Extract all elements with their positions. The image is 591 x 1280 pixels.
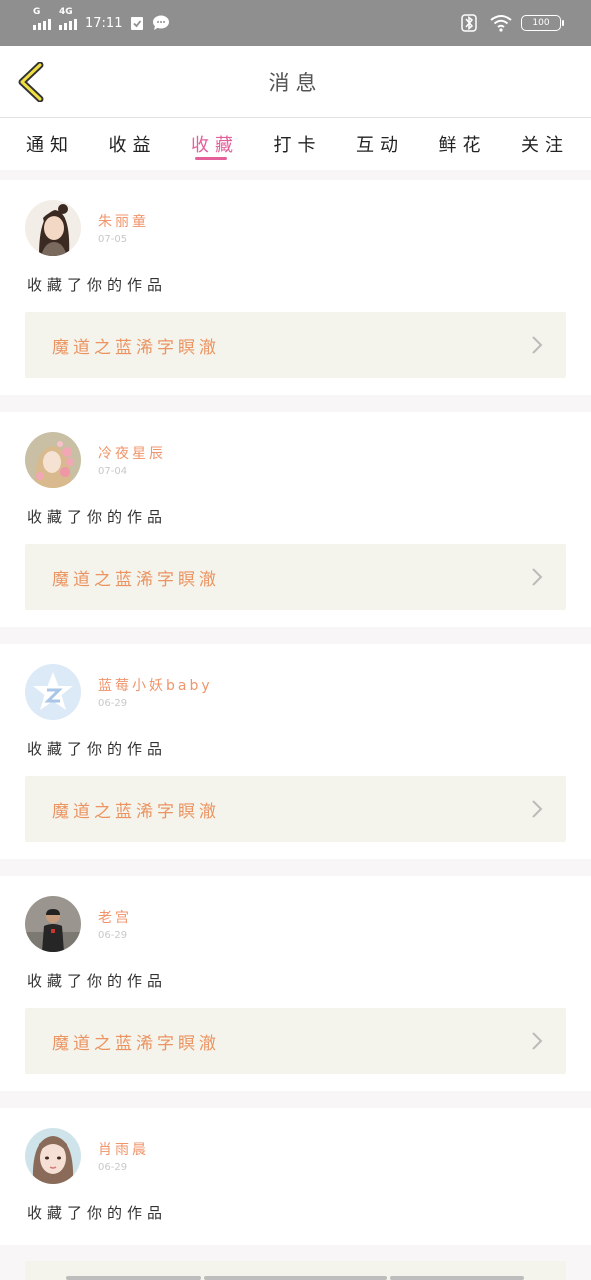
message-date: 06-29 (98, 929, 128, 941)
page-title: 消息 (268, 70, 323, 95)
default-star-avatar-icon[interactable] (25, 664, 81, 720)
work-link[interactable]: 魔道之蓝浠字瞑澈 (25, 544, 566, 610)
clipboard-check-icon (131, 17, 144, 30)
tab-interactions[interactable]: 互动 (356, 118, 404, 170)
work-title: 魔道之蓝浠字瞑澈 (52, 1033, 220, 1054)
action-text: 收藏了你的作品 (27, 740, 168, 758)
message-date: 07-05 (98, 233, 128, 245)
username[interactable]: 蓝莓小妖baby (98, 676, 213, 696)
status-bar: G 4G 17:11 100 (0, 0, 591, 46)
username[interactable]: 老宫 (98, 908, 132, 928)
message-bubble-icon (153, 15, 170, 30)
list-item: 蓝莓小妖baby 06-29 收藏了你的作品 魔道之蓝浠字瞑澈 (0, 644, 591, 859)
man-photo-avatar-icon[interactable] (25, 896, 81, 952)
girl-hanfu-avatar-icon[interactable] (25, 200, 81, 256)
work-link[interactable]: 魔道之蓝浠字瞑澈 (25, 776, 566, 842)
list-item: 朱丽童 07-05 收藏了你的作品 魔道之蓝浠字瞑澈 (0, 180, 591, 395)
work-title: 魔道之蓝浠字瞑澈 (52, 569, 220, 590)
tab-earnings[interactable]: 收益 (109, 118, 157, 170)
username[interactable]: 肖雨晨 (98, 1140, 149, 1160)
message-date: 06-29 (98, 697, 128, 709)
action-text: 收藏了你的作品 (27, 1204, 168, 1222)
status-time: 17:11 (85, 15, 123, 31)
tab-favorites[interactable]: 收藏 (191, 118, 239, 170)
chevron-right-icon (532, 336, 543, 354)
tab-following[interactable]: 关注 (521, 118, 569, 170)
bluetooth-vibrate-icon (461, 14, 477, 32)
tab-checkin[interactable]: 打卡 (274, 118, 322, 170)
flower-girl-avatar-icon[interactable] (25, 432, 81, 488)
chevron-right-icon (532, 1032, 543, 1050)
work-link[interactable]: 魔道之蓝浠字瞑澈 (25, 1008, 566, 1074)
chevron-right-icon (532, 800, 543, 818)
wifi-icon (490, 15, 512, 32)
battery-icon: 100 (521, 15, 564, 31)
list-item: 老宫 06-29 收藏了你的作品 魔道之蓝浠字瞑澈 (0, 876, 591, 1091)
message-list: 朱丽童 07-05 收藏了你的作品 魔道之蓝浠字瞑澈 冷夜星辰 07-04 收藏… (0, 170, 591, 1245)
message-date: 07-04 (98, 465, 128, 477)
message-date: 06-29 (98, 1161, 128, 1173)
signal-icon: G (33, 7, 51, 30)
work-title: 魔道之蓝浠字瞑澈 (52, 337, 220, 358)
chevron-right-icon (532, 568, 543, 586)
nav-bar: 消息 (0, 46, 591, 117)
list-item: 肖雨晨 06-29 收藏了你的作品 (0, 1108, 591, 1245)
signal-4g-icon: 4G (59, 7, 77, 30)
work-link-partial[interactable] (25, 1261, 566, 1280)
username[interactable]: 朱丽童 (98, 212, 149, 232)
work-title: 魔道之蓝浠字瞑澈 (52, 801, 220, 822)
girl-photo-avatar-icon[interactable] (25, 1128, 81, 1184)
tab-flowers[interactable]: 鲜花 (439, 118, 487, 170)
tab-bar: 通知 收益 收藏 打卡 互动 鲜花 关注 (0, 117, 591, 170)
list-item: 冷夜星辰 07-04 收藏了你的作品 魔道之蓝浠字瞑澈 (0, 412, 591, 627)
action-text: 收藏了你的作品 (27, 972, 168, 990)
tab-active-underline (195, 157, 227, 160)
work-link[interactable]: 魔道之蓝浠字瞑澈 (25, 312, 566, 378)
action-text: 收藏了你的作品 (27, 276, 168, 294)
username[interactable]: 冷夜星辰 (98, 444, 166, 464)
tab-notifications[interactable]: 通知 (26, 118, 74, 170)
action-text: 收藏了你的作品 (27, 508, 168, 526)
back-arrow-icon[interactable] (16, 62, 48, 102)
